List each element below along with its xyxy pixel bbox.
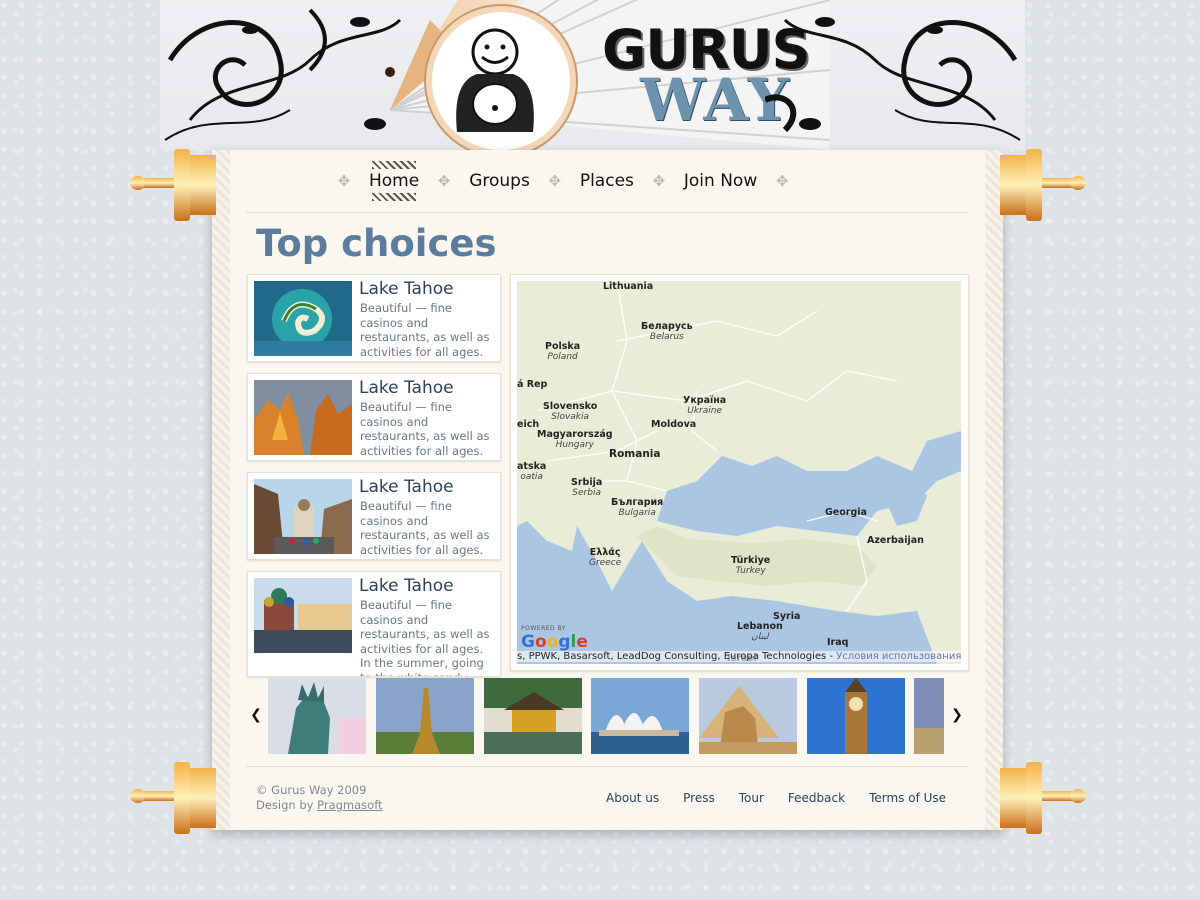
footer-link-feedback[interactable]: Feedback <box>776 791 857 805</box>
place-card[interactable]: Lake Tahoe Beautiful — fine casinos and … <box>247 274 501 362</box>
diamond-ornament-icon: ✥ <box>775 172 789 190</box>
map-label: Lebanon لبنان <box>737 621 783 642</box>
diamond-ornament-icon: ✥ <box>652 172 666 190</box>
eiffel-tower-thumb[interactable] <box>376 678 474 754</box>
scroll-roller-bottom-right <box>1000 758 1088 838</box>
map-label: Slovensko Slovakia <box>543 401 598 422</box>
footer-link-terms[interactable]: Terms of Use <box>857 791 958 805</box>
sphinx-thumb[interactable] <box>699 678 797 754</box>
footer-copyright: © Gurus Way 2009 Design by Pragmasoft <box>256 783 383 813</box>
map-label: Україна Ukraine <box>683 395 727 416</box>
map-attribution: s, PPWK, Basarsoft, LeadDog Consulting, … <box>517 651 961 662</box>
sydney-opera-house-thumb[interactable] <box>591 678 689 754</box>
map-label: Moldova <box>651 419 697 430</box>
diamond-ornament-icon: ✥ <box>548 172 562 190</box>
place-card[interactable]: Lake Tahoe Beautiful — fine casinos and … <box>247 373 501 461</box>
designer-link[interactable]: Pragmasoft <box>317 798 382 812</box>
map-label: България Bulgaria <box>611 497 664 518</box>
nav-divider <box>246 212 968 213</box>
card-description: Beautiful — fine casinos and restaurants… <box>360 400 490 458</box>
footer-link-press[interactable]: Press <box>671 791 727 805</box>
place-card[interactable]: Lake Tahoe Beautiful — fine casinos and … <box>247 472 501 560</box>
diamond-ornament-icon: ✥ <box>437 172 451 190</box>
page-title: Top choices <box>256 222 497 265</box>
map-panel: Lithuania Беларусь Belarus Polska Poland á… <box>510 274 969 671</box>
map-label: Georgia <box>825 507 867 518</box>
gallery-strip <box>268 678 944 754</box>
google-map[interactable]: Lithuania Беларусь Belarus Polska Poland á… <box>517 281 961 664</box>
map-label: Türkiye Turkey <box>731 555 771 576</box>
floral-swirl-right-icon <box>765 17 1021 141</box>
map-label: Romania <box>609 448 661 460</box>
footer-link-about[interactable]: About us <box>594 791 671 805</box>
footer-nav: About us Press Tour Feedback Terms of Us… <box>594 791 958 805</box>
map-terms-link[interactable]: Условия использования <box>836 651 961 662</box>
card-description: Beautiful — fine casinos and restaurants… <box>360 301 490 361</box>
map-label: Ελλάς Greece <box>589 547 622 568</box>
main-nav: ✥ Home ✥ Groups ✥ Places ✥ Join Now ✥ <box>335 158 791 204</box>
cathedral-canal-image <box>254 578 352 653</box>
design-by-text: Design by <box>256 798 318 812</box>
card-title[interactable]: Lake Tahoe <box>359 576 454 596</box>
golden-pavilion-thumb[interactable] <box>484 678 582 754</box>
big-ben-thumb[interactable] <box>807 678 905 754</box>
card-description: Beautiful — fine casinos and restaurants… <box>360 499 490 557</box>
map-label: atska oatia <box>517 461 547 482</box>
scroll-roller-bottom-left <box>128 758 216 838</box>
card-title[interactable]: Lake Tahoe <box>359 378 454 398</box>
place-card[interactable]: Lake Tahoe Beautiful — fine casinos and … <box>247 571 501 677</box>
nav-item-join-now[interactable]: Join Now <box>668 171 773 191</box>
scroll-roller-top-right <box>1000 145 1088 225</box>
scroll-roller-top-left <box>128 145 216 225</box>
red-rock-canyon-image <box>254 380 352 455</box>
footer-link-tour[interactable]: Tour <box>727 791 776 805</box>
buddha-medallion-logo <box>426 6 576 150</box>
ornament-border-left <box>212 150 230 830</box>
nav-item-groups[interactable]: Groups <box>453 171 546 191</box>
card-title[interactable]: Lake Tahoe <box>359 279 454 299</box>
nav-item-places[interactable]: Places <box>564 171 650 191</box>
copyright-text: © Gurus Way 2009 <box>256 783 367 797</box>
map-label: Lithuania <box>603 281 654 292</box>
arrow-left-icon[interactable]: ❮ <box>249 708 263 722</box>
top-choices-list: Lake Tahoe Beautiful — fine casinos and … <box>247 274 501 688</box>
google-logo[interactable]: POWERED BY Google <box>521 625 588 652</box>
map-label: eich <box>517 419 540 430</box>
photo-gallery: ❮ ❯ <box>247 678 967 754</box>
map-label: Magyarország Hungary <box>537 429 613 450</box>
statue-of-liberty-thumb[interactable] <box>268 678 366 754</box>
nav-item-home[interactable]: Home <box>353 161 435 201</box>
diamond-ornament-icon: ✥ <box>337 172 351 190</box>
map-label: Srbija Serbia <box>571 477 603 498</box>
island-aerial-image <box>254 281 352 356</box>
arrow-right-icon[interactable]: ❯ <box>950 708 964 722</box>
card-description: Beautiful — fine casinos and restaurants… <box>360 598 490 676</box>
old-town-street-image <box>254 479 352 554</box>
footer-divider <box>246 766 968 767</box>
map-label: Polska Poland <box>545 341 581 362</box>
partial-thumb[interactable] <box>914 678 944 754</box>
ornament-border-right <box>985 150 1003 830</box>
map-label: Azerbaijan <box>867 535 924 546</box>
map-label: Беларусь Belarus <box>641 321 693 342</box>
site-header: GURUS WAY <box>160 0 1025 150</box>
map-label: Iraq <box>827 637 849 648</box>
map-label: á Rep <box>517 379 548 390</box>
card-title[interactable]: Lake Tahoe <box>359 477 454 497</box>
